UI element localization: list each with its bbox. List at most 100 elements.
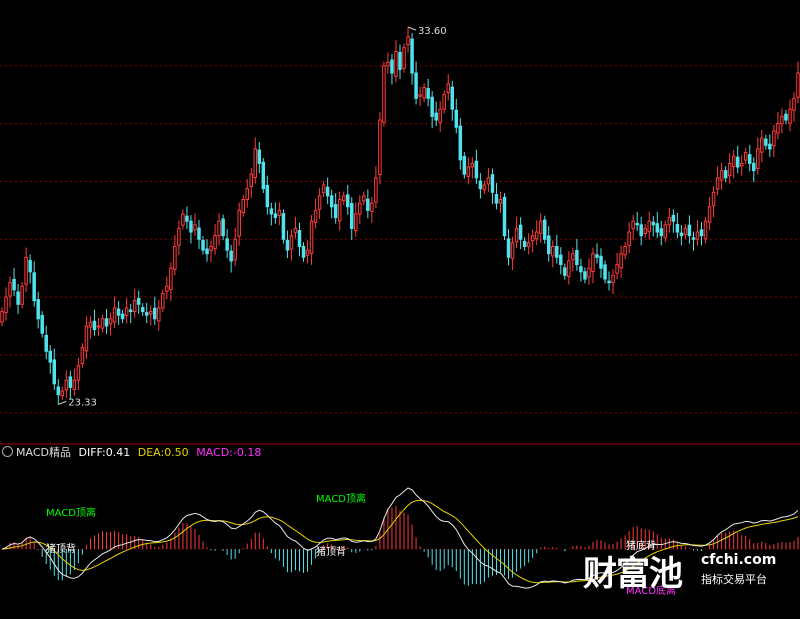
watermark-cn: 财富池 (583, 554, 683, 594)
indicator-circle-icon[interactable] (2, 446, 13, 457)
candle-body (583, 271, 587, 280)
candle-body (768, 143, 772, 150)
candle-body (506, 238, 511, 258)
candle-body (333, 204, 338, 219)
candle-body (4, 296, 8, 314)
candle-body (269, 208, 274, 215)
candle-body (337, 199, 342, 222)
candle-body (559, 254, 563, 266)
candle-body (96, 325, 101, 328)
candle-body (402, 47, 406, 69)
candle-body (253, 148, 258, 178)
candle-body (615, 264, 619, 274)
candle-body (233, 238, 237, 261)
candle-body (522, 240, 527, 247)
candle-body (317, 195, 322, 210)
candle-body (217, 220, 221, 237)
candle-body (374, 177, 378, 203)
candle-body (241, 199, 245, 214)
candle-body (112, 307, 117, 323)
candlesticks (0, 27, 800, 405)
candle-body (305, 249, 310, 256)
candle-body (603, 264, 607, 280)
candle-body (699, 229, 704, 237)
candle-body (132, 300, 137, 313)
candle-body (410, 38, 414, 74)
candle-body (321, 184, 326, 194)
candle-body (181, 213, 185, 226)
macd-signal-label: MACD顶离 (316, 492, 366, 505)
price-grid (0, 65, 800, 414)
candle-body (458, 125, 463, 161)
candle-body (261, 161, 266, 190)
diff-label: DIFF: (78, 446, 106, 459)
candle-body (354, 213, 358, 232)
candle-body (245, 188, 249, 201)
candle-body (723, 170, 728, 179)
candle-body (358, 202, 362, 215)
candle-body (36, 299, 40, 320)
candle-body (715, 177, 720, 190)
candle-body (776, 123, 780, 134)
macd-signal-label: MACD顶离 (46, 506, 96, 519)
candle-body (398, 51, 402, 70)
low-pointer (58, 400, 67, 405)
candle-body (394, 50, 398, 77)
candle-body (474, 160, 479, 179)
candle-body (313, 209, 318, 223)
candle-body (687, 224, 692, 237)
candle-body (587, 267, 591, 278)
candle-body (691, 237, 696, 240)
candle-body (108, 318, 113, 325)
candle-body (40, 315, 44, 334)
candle-body (703, 220, 708, 240)
candle-body (229, 250, 233, 262)
candle-body (752, 162, 756, 172)
candle-body (551, 245, 555, 257)
candle-body (12, 278, 16, 291)
candle-body (470, 162, 475, 168)
candle-body (213, 235, 217, 250)
candle-body (627, 231, 631, 246)
candle-body (277, 209, 282, 216)
candle-body (743, 152, 748, 161)
candle-body (607, 280, 611, 284)
macd-signal-label: 猪顶背 (316, 545, 346, 558)
candle-body (667, 217, 672, 226)
candle-body (193, 224, 197, 231)
candle-body (32, 272, 36, 302)
candle-body (24, 256, 28, 285)
candle-body (784, 113, 788, 121)
candle-body (422, 86, 426, 99)
candle-body (80, 347, 85, 365)
candle-body (502, 196, 507, 237)
candle-body (619, 253, 623, 269)
candle-body (526, 242, 531, 247)
candle-body (486, 177, 491, 185)
candle-body (289, 235, 294, 250)
candle-body (792, 97, 796, 111)
price-and-macd-chart: 33.6023.33 MACD顶离MACD顶离猪顶背 猪顶背猪底背MACD底离 (0, 26, 800, 597)
candle-body (329, 195, 334, 208)
candle-body (454, 109, 459, 128)
candle-body (281, 213, 286, 240)
candle-body (647, 220, 651, 233)
candle-body (362, 195, 366, 202)
candle-body (671, 214, 676, 222)
candle-body (249, 173, 254, 188)
candle-body (442, 94, 446, 110)
candle-body (297, 230, 302, 247)
candle-body (301, 245, 306, 258)
candle-body (719, 170, 724, 181)
candle-body (534, 231, 539, 240)
candle-body (466, 166, 471, 177)
candle-body (157, 307, 161, 322)
candle-body (438, 108, 442, 123)
candle-body (185, 215, 189, 222)
candle-body (530, 235, 535, 242)
candle-body (796, 72, 800, 98)
candle-body (153, 307, 157, 320)
candle-body (20, 285, 24, 305)
candle-body (462, 156, 467, 175)
candle-body (591, 253, 595, 272)
